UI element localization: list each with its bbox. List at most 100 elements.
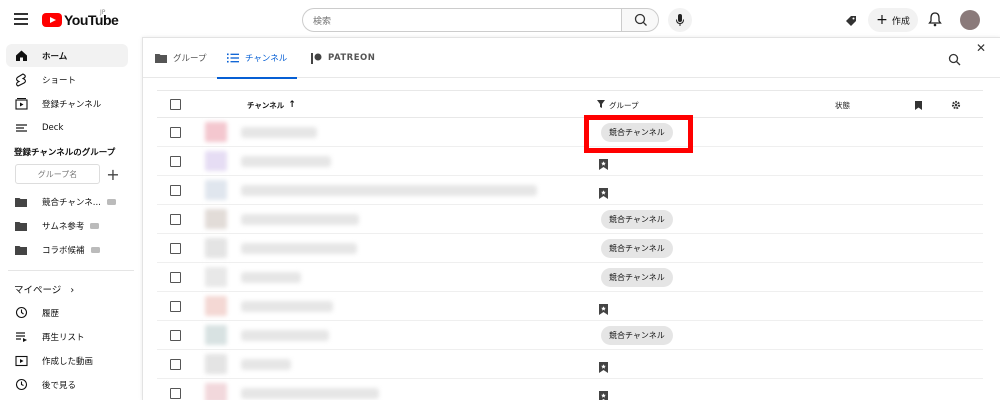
row-checkbox[interactable] — [170, 243, 181, 254]
chevron-right-icon: › — [70, 285, 75, 296]
sidebar-item-history[interactable]: 履歴 — [6, 301, 128, 324]
voice-search-button[interactable] — [668, 8, 692, 32]
channel-name-blurred[interactable] — [241, 272, 301, 283]
row-checkbox[interactable] — [170, 127, 181, 138]
search-input[interactable] — [303, 11, 622, 33]
logo-region: JP — [100, 9, 106, 16]
row-checkbox[interactable] — [170, 301, 181, 312]
channel-thumbnail[interactable] — [205, 122, 227, 142]
youtube-logo[interactable]: YouTube — [42, 12, 119, 28]
channel-thumbnail[interactable] — [205, 151, 227, 171]
add-to-group-icon[interactable] — [599, 387, 608, 400]
channel-name-blurred[interactable] — [241, 359, 291, 370]
group-chip[interactable]: 競合チャンネル — [601, 268, 673, 287]
table-row[interactable]: 競合チャンネル — [157, 263, 983, 292]
search-box[interactable] — [302, 8, 622, 33]
youtube-play-icon — [42, 13, 62, 27]
history-icon — [14, 306, 28, 320]
channel-thumbnail[interactable] — [205, 383, 227, 400]
patreon-icon — [311, 52, 322, 64]
channel-name-blurred[interactable] — [241, 185, 537, 196]
menu-icon[interactable] — [14, 13, 28, 25]
shorts-icon — [14, 72, 28, 87]
sidebar-item-deck[interactable]: Deck — [6, 116, 128, 139]
row-checkbox[interactable] — [170, 185, 181, 196]
column-channel[interactable]: チャンネル ↑ — [247, 91, 296, 119]
row-checkbox[interactable] — [170, 330, 181, 341]
table-row[interactable]: 競合チャンネル — [157, 321, 983, 350]
tab-groups[interactable]: グループ — [155, 38, 207, 78]
avatar[interactable] — [960, 10, 980, 30]
table-row[interactable]: 競合チャンネル — [157, 205, 983, 234]
channel-thumbnail[interactable] — [205, 209, 227, 229]
sidebar-item-playlists[interactable]: 再生リスト — [6, 325, 128, 348]
channel-thumbnail[interactable] — [205, 296, 227, 316]
sidebar-item-subscriptions[interactable]: 登録チャンネル — [6, 92, 128, 115]
mic-icon — [676, 14, 684, 26]
group-chip[interactable]: 競合チャンネル — [601, 210, 673, 229]
row-checkbox[interactable] — [170, 214, 181, 225]
table-row[interactable] — [157, 176, 983, 205]
group-chip[interactable]: 競合チャンネル — [601, 326, 673, 345]
channel-name-blurred[interactable] — [241, 127, 317, 138]
tag-icon[interactable] — [844, 13, 858, 32]
sidebar-group-item[interactable]: コラボ候補 — [6, 238, 128, 261]
column-bookmark[interactable] — [915, 91, 922, 119]
mypage-link[interactable]: マイページ › — [14, 282, 74, 296]
sidebar-group-item[interactable]: 競合チャンネ... — [6, 190, 128, 213]
search-button[interactable] — [621, 8, 659, 32]
add-group-button[interactable]: + — [104, 164, 122, 184]
table-header: チャンネル ↑ グループ 状態 — [157, 90, 983, 118]
sidebar-item-watch-later[interactable]: 後で見る — [6, 373, 128, 396]
table-row[interactable] — [157, 147, 983, 176]
channel-thumbnail[interactable] — [205, 180, 227, 200]
channel-name-blurred[interactable] — [241, 330, 329, 341]
group-label: 競合チャンネ... — [42, 197, 101, 208]
panel-search-icon[interactable] — [948, 51, 961, 70]
channel-thumbnail[interactable] — [205, 325, 227, 345]
channel-name-blurred[interactable] — [241, 301, 333, 312]
table-row[interactable] — [157, 350, 983, 379]
notifications-icon[interactable] — [928, 11, 942, 31]
row-checkbox[interactable] — [170, 359, 181, 370]
sidebar-group-item[interactable]: サムネ参考 — [6, 214, 128, 237]
table-row[interactable] — [157, 292, 983, 321]
close-icon[interactable]: ✕ — [976, 41, 986, 55]
add-to-group-icon[interactable] — [599, 358, 608, 377]
home-icon — [14, 49, 28, 63]
column-status[interactable]: 状態 — [835, 91, 850, 119]
sidebar-item-your-videos[interactable]: 作成した動画 — [6, 349, 128, 372]
logo-text: YouTube — [64, 12, 119, 28]
youtube-mini-icon — [90, 246, 100, 253]
table-row[interactable]: 競合チャンネル — [157, 118, 983, 147]
tab-patreon[interactable]: PATREON — [311, 38, 375, 78]
column-settings[interactable] — [951, 91, 961, 119]
table-row[interactable]: 競合チャンネル — [157, 234, 983, 263]
mypage-label: マイページ — [14, 285, 62, 296]
channel-name-blurred[interactable] — [241, 156, 331, 167]
channel-name-blurred[interactable] — [241, 243, 357, 254]
channel-thumbnail[interactable] — [205, 238, 227, 258]
channel-thumbnail[interactable] — [205, 354, 227, 374]
group-chip[interactable]: 競合チャンネル — [601, 239, 673, 258]
group-label: コラボ候補 — [42, 245, 85, 256]
create-button[interactable]: + 作成 — [868, 8, 918, 32]
row-checkbox[interactable] — [170, 156, 181, 167]
sidebar-item-home[interactable]: ホーム — [6, 44, 128, 67]
select-all-checkbox[interactable] — [170, 99, 181, 110]
create-label: 作成 — [891, 16, 910, 27]
add-to-group-icon[interactable] — [599, 184, 608, 203]
group-name-input[interactable]: グループ名 — [15, 164, 100, 184]
row-checkbox[interactable] — [170, 388, 181, 399]
channel-name-blurred[interactable] — [241, 388, 379, 399]
channel-thumbnail[interactable] — [205, 267, 227, 287]
plus-icon: + — [876, 12, 888, 28]
tab-channels[interactable]: チャンネル — [217, 38, 298, 79]
row-checkbox[interactable] — [170, 272, 181, 283]
sidebar-item-label: ホーム — [42, 51, 68, 62]
table-row[interactable] — [157, 379, 983, 400]
sidebar-item-shorts[interactable]: ショート — [6, 68, 128, 91]
add-to-group-icon[interactable] — [599, 300, 608, 319]
channel-name-blurred[interactable] — [241, 214, 359, 225]
add-to-group-icon[interactable] — [599, 155, 608, 174]
